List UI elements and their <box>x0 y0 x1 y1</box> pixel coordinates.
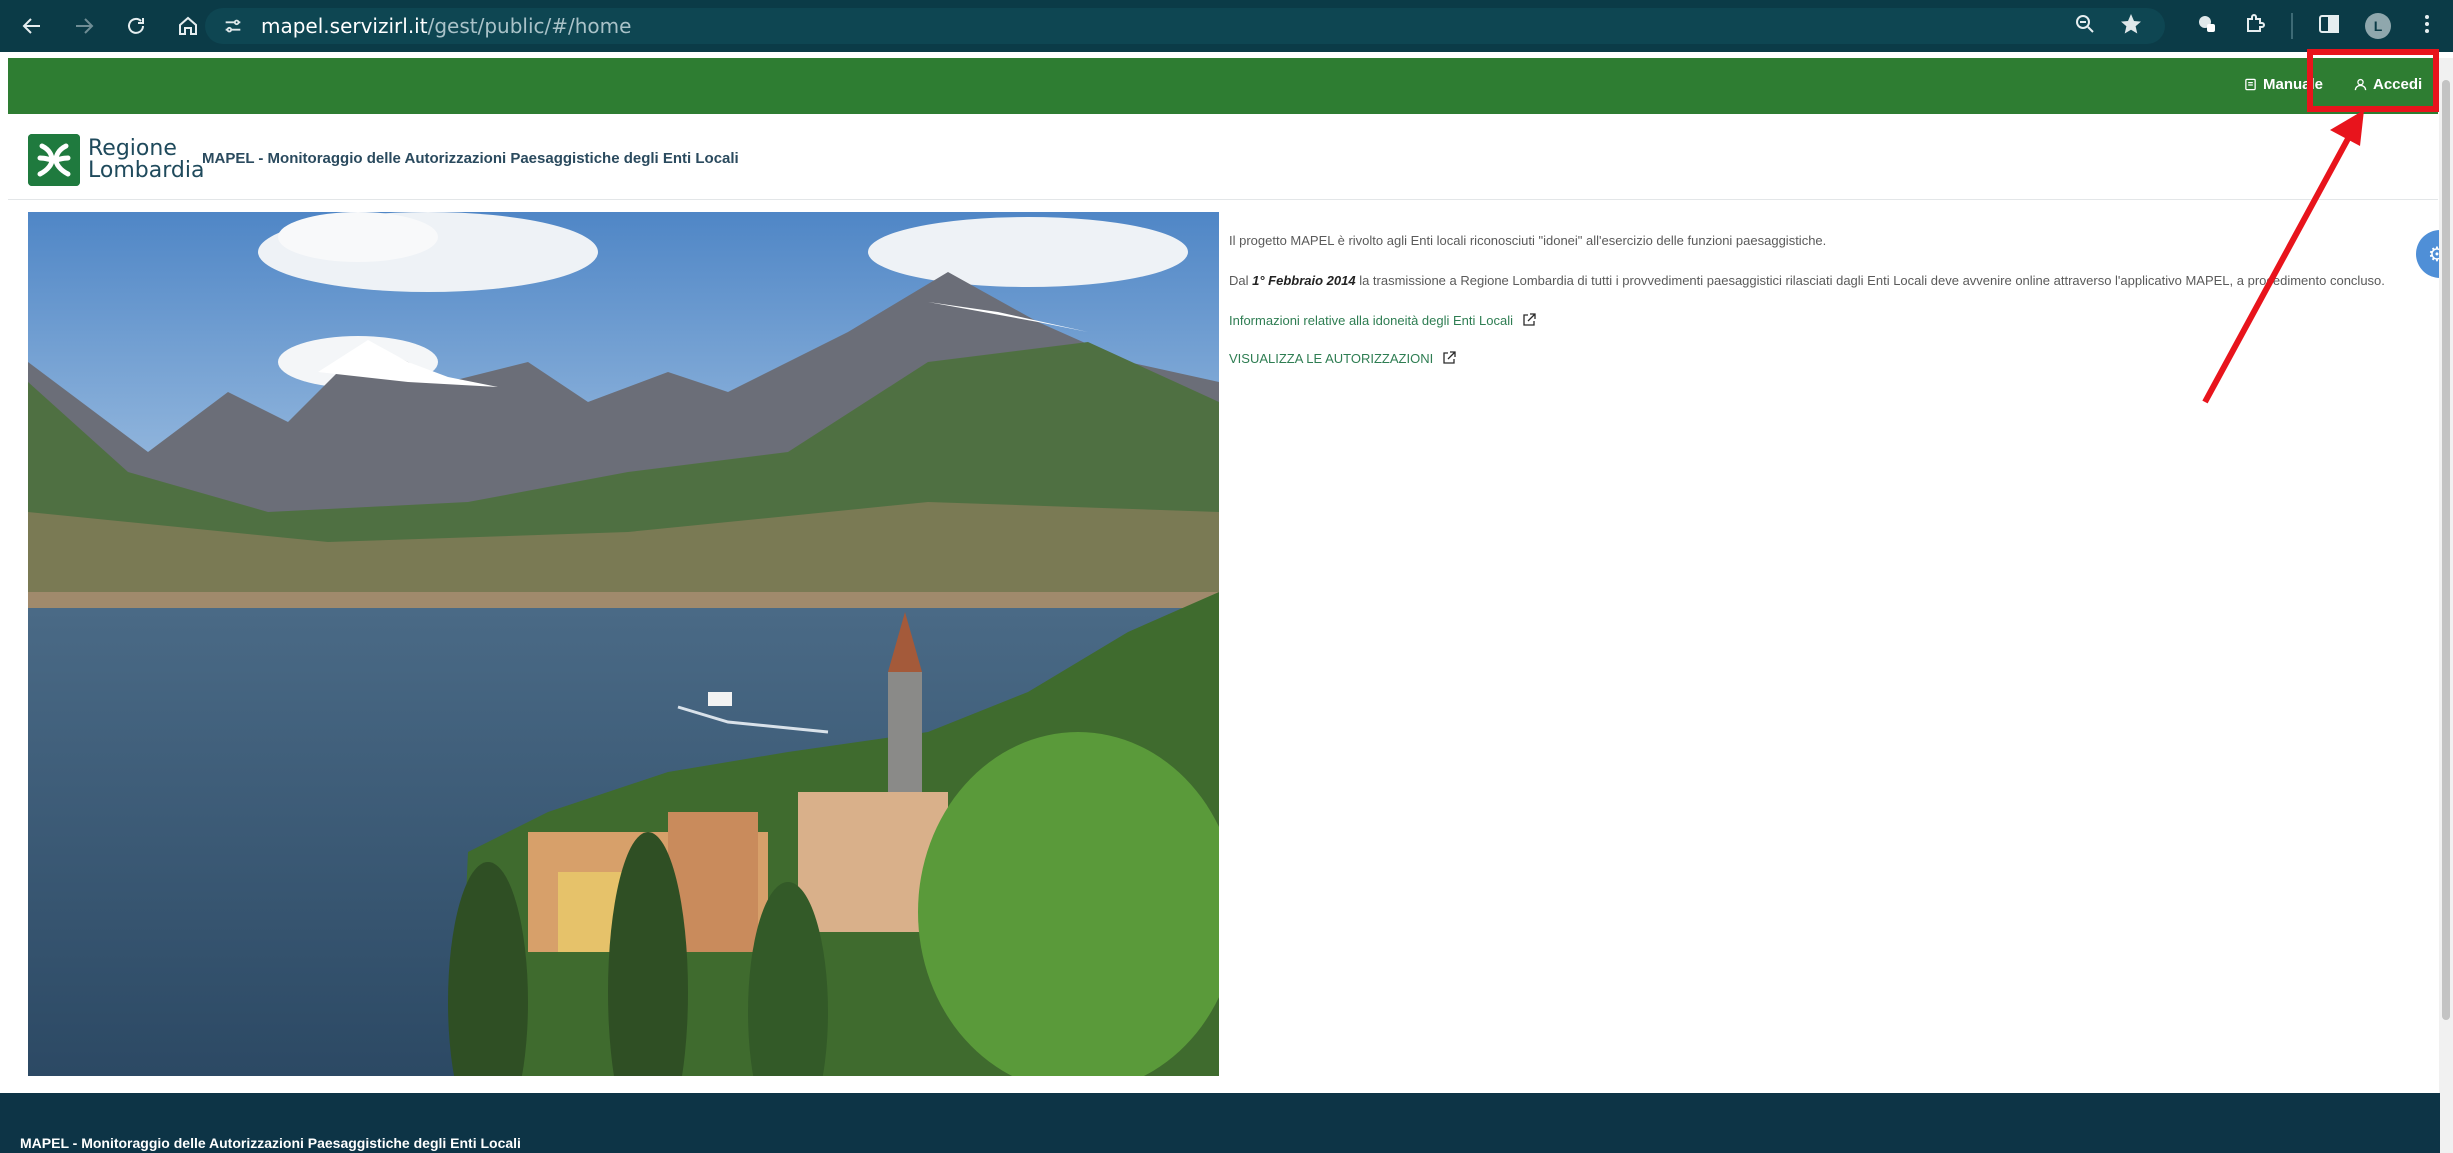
menu-kebab-icon[interactable] <box>2415 12 2439 41</box>
address-bar[interactable]: mapel.servizirl.it/gest/public/#/home <box>205 8 2165 44</box>
address-bar-actions <box>2073 8 2143 44</box>
browser-right-controls: L <box>2195 0 2453 52</box>
side-panel-icon[interactable] <box>2317 12 2341 41</box>
page-scrollbar[interactable] <box>2439 58 2453 1153</box>
url-domain: mapel.servizirl.it <box>261 14 428 38</box>
puzzle-icon[interactable] <box>2243 12 2267 41</box>
info-idoneita-label: Informazioni relative alla idoneità degl… <box>1229 312 1513 328</box>
site-header-bar: Manuale Accedi <box>8 58 2438 114</box>
scrollbar-thumb[interactable] <box>2442 80 2450 1020</box>
logo-line-1: Regione <box>88 136 177 161</box>
brand-row: Regione Lombardia MAPEL - Monitoraggio d… <box>8 120 2438 200</box>
site-footer: MAPEL - Monitoraggio delle Autorizzazion… <box>0 1093 2440 1153</box>
external-link-icon <box>1443 351 1456 364</box>
external-link-icon <box>1523 313 1536 326</box>
deadline-date: 1° Febbraio 2014 <box>1252 273 1356 288</box>
deadline-post: la trasmissione a Regione Lombardia di t… <box>1355 273 2385 288</box>
profile-avatar[interactable]: L <box>2365 13 2391 39</box>
hero-landscape-image <box>28 212 1219 1076</box>
zoom-icon[interactable] <box>2073 12 2097 41</box>
manual-icon <box>2245 78 2256 91</box>
view-authorizations-link[interactable]: VISUALIZZA LE AUTORIZZAZIONI <box>1229 350 2409 366</box>
extension-icon[interactable] <box>2195 12 2219 41</box>
intro-paragraph: Il progetto MAPEL è rivolto agli Enti lo… <box>1229 233 1827 248</box>
footer-title: MAPEL - Monitoraggio delle Autorizzazion… <box>20 1135 521 1151</box>
site-settings-icon[interactable] <box>221 14 245 38</box>
browser-toolbar: mapel.servizirl.it/gest/public/#/home L <box>0 0 2453 52</box>
view-authorizations-label: VISUALIZZA LE AUTORIZZAZIONI <box>1229 350 1434 366</box>
forward-icon[interactable] <box>64 6 104 46</box>
reload-icon[interactable] <box>116 6 156 46</box>
home-icon[interactable] <box>168 6 208 46</box>
regione-lombardia-logo-icon[interactable] <box>28 134 80 186</box>
deadline-pre: Dal <box>1229 273 1253 288</box>
bookmark-star-icon[interactable] <box>2119 12 2143 41</box>
toolbar-separator <box>2291 13 2293 39</box>
logo-line-2: Lombardia <box>88 158 205 183</box>
url-path: /gest/public/#/home <box>427 14 632 38</box>
deadline-paragraph: Dal 1° Febbraio 2014 la trasmissione a R… <box>1229 272 2409 290</box>
back-icon[interactable] <box>12 6 52 46</box>
logo-text: Regione Lombardia <box>88 138 204 182</box>
info-idoneita-link[interactable]: Informazioni relative alla idoneità degl… <box>1229 312 2409 328</box>
app-title: MAPEL - Monitoraggio delle Autorizzazion… <box>202 150 739 167</box>
url-text: mapel.servizirl.it/gest/public/#/home <box>261 14 631 38</box>
annotation-highlight-box <box>2307 49 2439 112</box>
main-content: Il progetto MAPEL è rivolto agli Enti lo… <box>1229 232 2409 388</box>
